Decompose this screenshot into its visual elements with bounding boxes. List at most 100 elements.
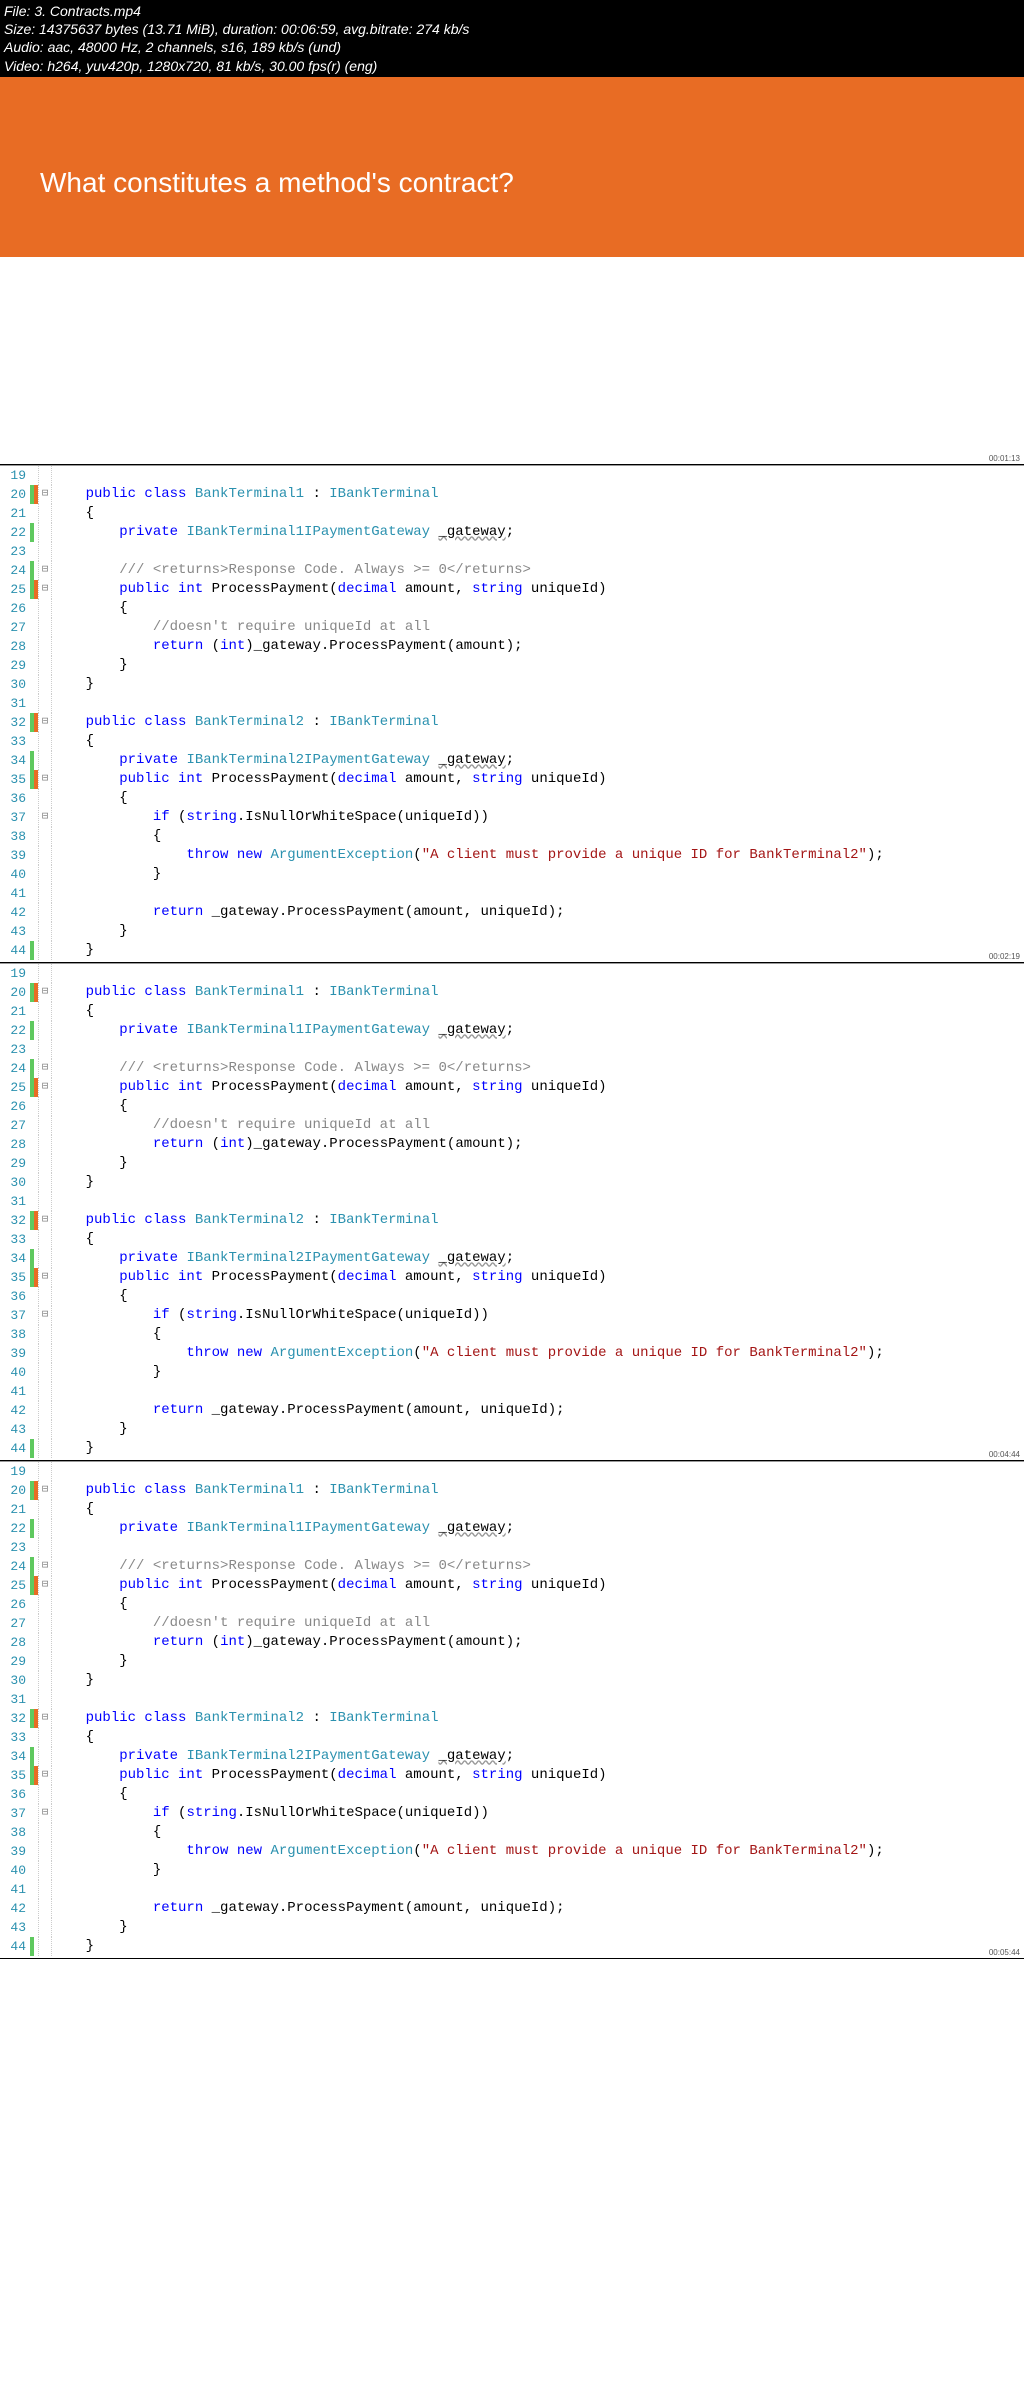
- line-number: 40: [0, 865, 30, 884]
- fold-icon[interactable]: ⊟: [38, 1268, 52, 1287]
- fold-icon[interactable]: ⊟: [38, 1766, 52, 1785]
- code-line: 21 {: [0, 504, 1024, 523]
- slide-title: What constitutes a method's contract?: [40, 167, 984, 199]
- fold-icon[interactable]: ⊟: [38, 485, 52, 504]
- line-number: 25: [0, 1078, 30, 1097]
- fold-icon[interactable]: ⊟: [38, 561, 52, 580]
- line-number: 39: [0, 1344, 30, 1363]
- code-line: 38 {: [0, 1325, 1024, 1344]
- presentation-slide: What constitutes a method's contract?: [0, 77, 1024, 257]
- line-number: 30: [0, 1173, 30, 1192]
- fold-icon[interactable]: ⊟: [38, 1059, 52, 1078]
- code-line: 32⊟ public class BankTerminal2 : IBankTe…: [0, 1211, 1024, 1230]
- code-line: 41: [0, 1382, 1024, 1401]
- code-line: 40 }: [0, 1363, 1024, 1382]
- fold-icon[interactable]: ⊟: [38, 1557, 52, 1576]
- code-line: 35⊟ public int ProcessPayment(decimal am…: [0, 1766, 1024, 1785]
- fold-icon[interactable]: ⊟: [38, 983, 52, 1002]
- code-line: 20⊟ public class BankTerminal1 : IBankTe…: [0, 1481, 1024, 1500]
- line-number: 37: [0, 1804, 30, 1823]
- fold-icon[interactable]: ⊟: [38, 580, 52, 599]
- code-line: 23: [0, 542, 1024, 561]
- fold-icon[interactable]: ⊟: [38, 808, 52, 827]
- line-number: 29: [0, 1154, 30, 1173]
- code-line: 20⊟ public class BankTerminal1 : IBankTe…: [0, 485, 1024, 504]
- line-number: 25: [0, 580, 30, 599]
- fold-icon[interactable]: ⊟: [38, 713, 52, 732]
- code-line: 28 return (int)_gateway.ProcessPayment(a…: [0, 1633, 1024, 1652]
- line-number: 42: [0, 1899, 30, 1918]
- fold-icon[interactable]: ⊟: [38, 770, 52, 789]
- code-line: 24⊟ /// <returns>Response Code. Always >…: [0, 561, 1024, 580]
- fold-icon[interactable]: ⊟: [38, 1804, 52, 1823]
- line-number: 29: [0, 656, 30, 675]
- code-line: 29 }: [0, 656, 1024, 675]
- line-number: 29: [0, 1652, 30, 1671]
- code-line: 30 }: [0, 1671, 1024, 1690]
- line-number: 23: [0, 1538, 30, 1557]
- code-editor-pane-3: 19 20⊟ public class BankTerminal1 : IBan…: [0, 1461, 1024, 1959]
- code-line: 29 }: [0, 1652, 1024, 1671]
- line-number: 32: [0, 1709, 30, 1728]
- fold-icon[interactable]: ⊟: [38, 1481, 52, 1500]
- code-line: 33 {: [0, 1728, 1024, 1747]
- file-info-line: File: 3. Contracts.mp4: [4, 2, 1020, 20]
- code-line: 40 }: [0, 1861, 1024, 1880]
- code-line: 43 }: [0, 1420, 1024, 1439]
- code-line: 44 }: [0, 1439, 1024, 1458]
- line-number: 40: [0, 1861, 30, 1880]
- code-line: 31: [0, 694, 1024, 713]
- line-number: 39: [0, 846, 30, 865]
- code-line: 27 //doesn't require uniqueId at all: [0, 1614, 1024, 1633]
- line-number: 41: [0, 884, 30, 903]
- code-line: 34 private IBankTerminal2IPaymentGateway…: [0, 751, 1024, 770]
- code-line: 31: [0, 1192, 1024, 1211]
- line-number: 36: [0, 1785, 30, 1804]
- code-line: 28 return (int)_gateway.ProcessPayment(a…: [0, 1135, 1024, 1154]
- line-number: 21: [0, 504, 30, 523]
- line-number: 32: [0, 713, 30, 732]
- code-line: 30 }: [0, 1173, 1024, 1192]
- code-line: 27 //doesn't require uniqueId at all: [0, 618, 1024, 637]
- line-number: 27: [0, 618, 30, 637]
- fold-icon[interactable]: ⊟: [38, 1078, 52, 1097]
- file-info-line: Video: h264, yuv420p, 1280x720, 81 kb/s,…: [4, 57, 1020, 75]
- line-number: 28: [0, 1135, 30, 1154]
- code-line: 36 {: [0, 1785, 1024, 1804]
- timestamp-label: 00:01:13: [989, 454, 1020, 463]
- fold-icon[interactable]: ⊟: [38, 1576, 52, 1595]
- code-line: 22 private IBankTerminal1IPaymentGateway…: [0, 1021, 1024, 1040]
- line-number: 34: [0, 751, 30, 770]
- line-number: 35: [0, 1766, 30, 1785]
- code-line: 42 return _gateway.ProcessPayment(amount…: [0, 903, 1024, 922]
- line-number: 43: [0, 1420, 30, 1439]
- fold-icon[interactable]: ⊟: [38, 1709, 52, 1728]
- line-number: 44: [0, 1937, 30, 1956]
- line-number: 34: [0, 1747, 30, 1766]
- line-number: 38: [0, 1325, 30, 1344]
- code-line: 26 {: [0, 1097, 1024, 1116]
- line-number: 44: [0, 941, 30, 960]
- code-line: 31: [0, 1690, 1024, 1709]
- code-line: 19: [0, 964, 1024, 983]
- line-number: 30: [0, 675, 30, 694]
- code-line: 39 throw new ArgumentException("A client…: [0, 1344, 1024, 1363]
- line-number: 19: [0, 466, 30, 485]
- line-number: 21: [0, 1002, 30, 1021]
- code-line: 41: [0, 1880, 1024, 1899]
- line-number: 26: [0, 599, 30, 618]
- line-number: 38: [0, 827, 30, 846]
- code-line: 25⊟ public int ProcessPayment(decimal am…: [0, 1078, 1024, 1097]
- code-line: 21 {: [0, 1500, 1024, 1519]
- file-info-header: File: 3. Contracts.mp4 Size: 14375637 by…: [0, 0, 1024, 77]
- code-line: 35⊟ public int ProcessPayment(decimal am…: [0, 1268, 1024, 1287]
- code-line: 28 return (int)_gateway.ProcessPayment(a…: [0, 637, 1024, 656]
- fold-icon[interactable]: ⊟: [38, 1211, 52, 1230]
- file-info-line: Audio: aac, 48000 Hz, 2 channels, s16, 1…: [4, 38, 1020, 56]
- code-line: 44 }: [0, 1937, 1024, 1956]
- line-number: 33: [0, 1728, 30, 1747]
- fold-icon[interactable]: ⊟: [38, 1306, 52, 1325]
- code-line: 40 }: [0, 865, 1024, 884]
- code-line: 36 {: [0, 1287, 1024, 1306]
- code-line: 33 {: [0, 732, 1024, 751]
